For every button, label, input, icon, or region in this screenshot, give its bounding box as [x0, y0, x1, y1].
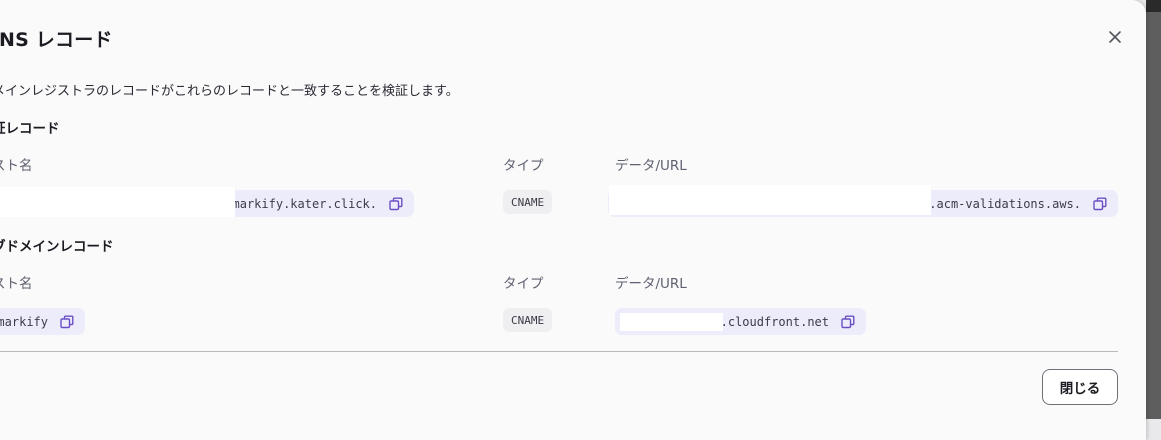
dialog-title: NS レコード — [0, 29, 113, 51]
column-header-data: データ/URL — [615, 276, 687, 292]
redacted-data-prefix — [620, 313, 723, 331]
host-value: markify.kater.click. — [232, 196, 378, 211]
dialog-description: メインレジストラのレコードがこれらのレコードと一致することを検証します。 — [0, 84, 459, 99]
column-header-type: タイプ — [503, 276, 544, 292]
data-value: .cloudfront.net — [720, 314, 829, 329]
copy-icon[interactable] — [841, 315, 855, 329]
redacted-host-prefix — [0, 187, 235, 217]
copy-icon[interactable] — [389, 197, 403, 211]
close-button[interactable]: 閉じる — [1042, 369, 1118, 405]
verification-records-title: 証レコード — [0, 121, 60, 137]
host-value-chip: markify — [0, 308, 85, 335]
background-window-corner — [1146, 0, 1161, 12]
data-value: .acm-validations.aws. — [929, 196, 1081, 211]
column-header-data: データ/URL — [615, 158, 687, 174]
dns-records-dialog: NS レコード メインレジストラのレコードがこれらのレコードと一致することを検証… — [0, 0, 1146, 440]
copy-icon[interactable] — [60, 315, 74, 329]
record-type-badge: CNAME — [503, 308, 553, 332]
close-icon[interactable] — [1106, 28, 1124, 46]
subdomain-records-title: ブドメインレコード — [0, 239, 114, 255]
record-type-badge: CNAME — [503, 190, 553, 214]
column-header-host: スト名 — [0, 276, 33, 292]
column-header-type: タイプ — [503, 158, 544, 174]
background-window-edge — [1146, 0, 1161, 419]
host-value: markify — [0, 314, 48, 329]
redacted-data-prefix — [609, 185, 931, 215]
footer-divider — [0, 351, 1118, 352]
copy-icon[interactable] — [1093, 197, 1107, 211]
column-header-host: スト名 — [0, 158, 33, 174]
